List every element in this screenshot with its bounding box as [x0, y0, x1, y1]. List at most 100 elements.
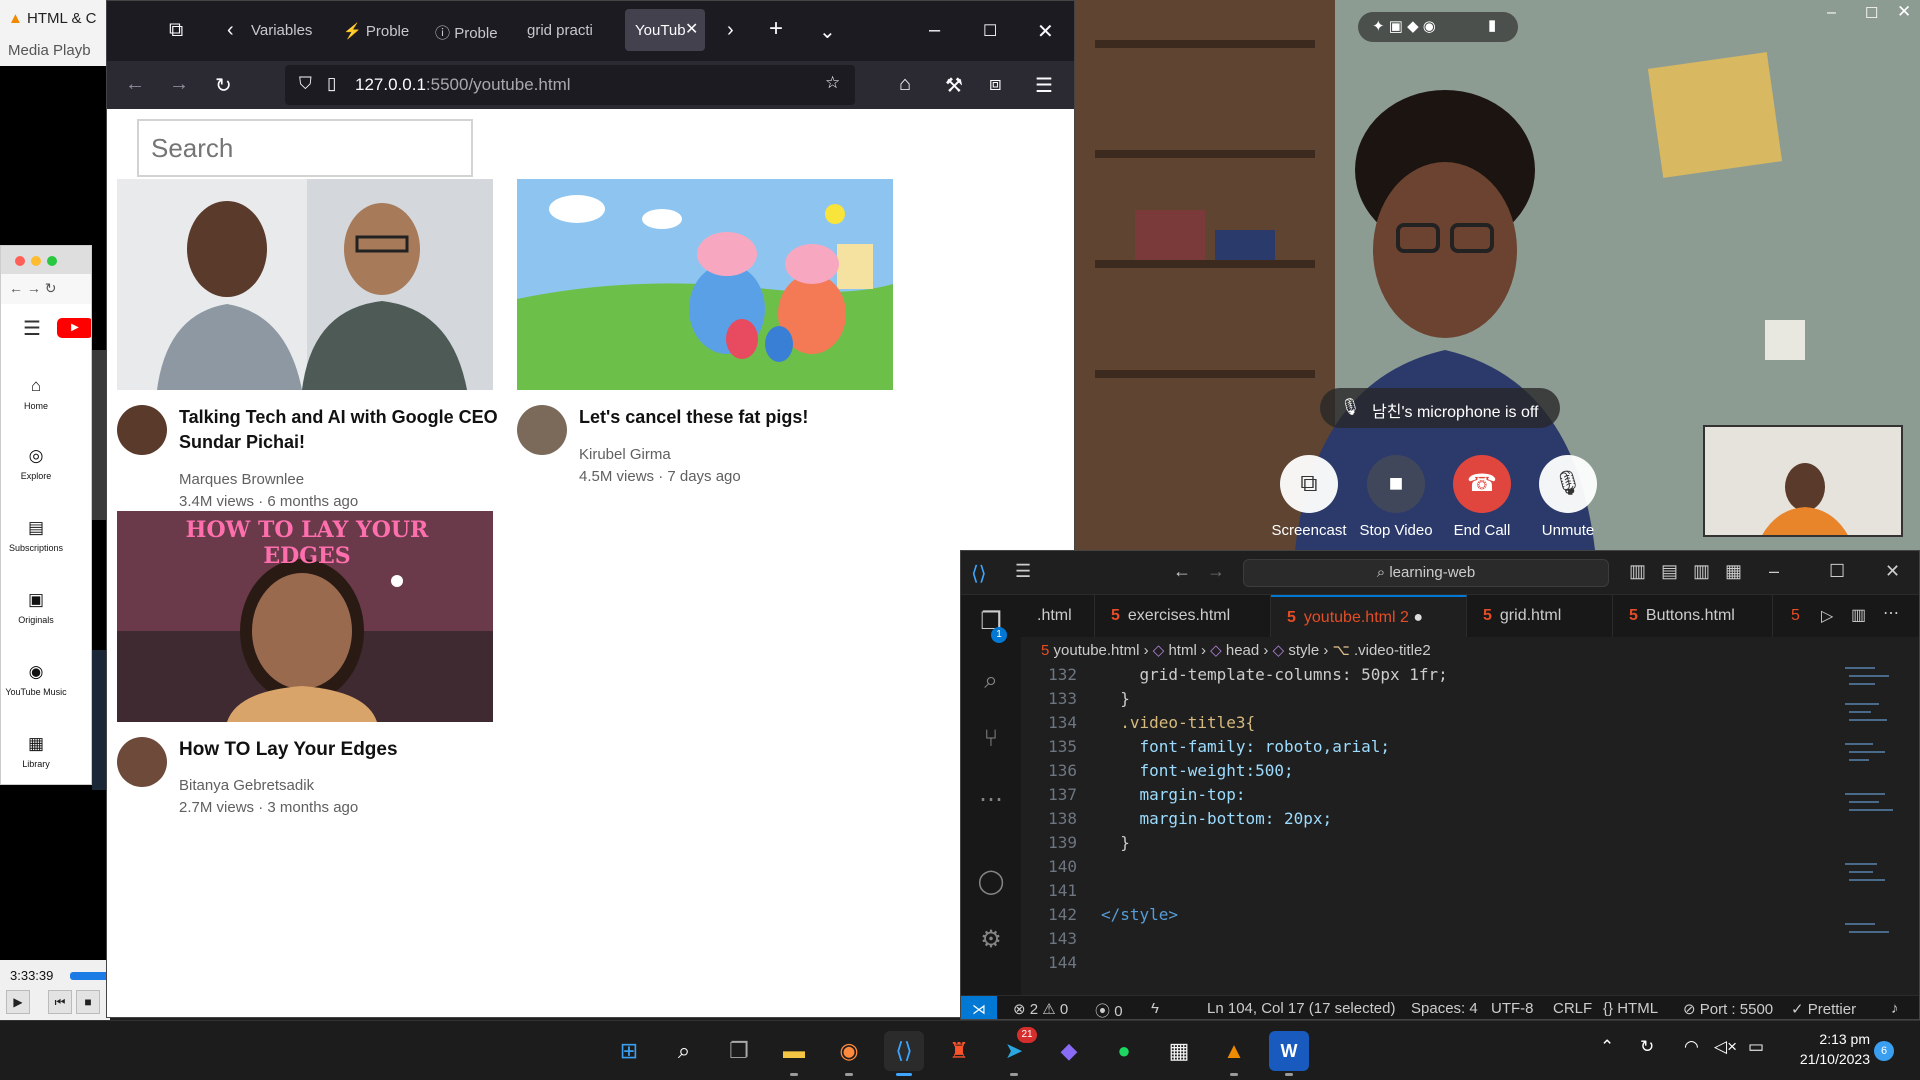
breadcrumb-item[interactable]: html: [1168, 642, 1196, 659]
menu-icon[interactable]: ☰: [1035, 73, 1053, 98]
youtube-logo[interactable]: ▶: [57, 318, 91, 338]
code-line[interactable]: font-family: roboto,arial;: [1101, 737, 1390, 756]
video-title[interactable]: Let's cancel these fat pigs!: [579, 405, 899, 430]
stop-icon[interactable]: ■: [76, 990, 100, 1014]
back-icon[interactable]: ←: [1173, 561, 1191, 582]
close-dot-icon[interactable]: [15, 256, 25, 266]
stop-video-button[interactable]: ■: [1367, 455, 1425, 513]
effects-icon[interactable]: ✦ ▣ ◆ ◉: [1372, 17, 1436, 35]
speaker-muted-icon[interactable]: ◁×: [1714, 1037, 1737, 1057]
more-actions-icon[interactable]: ⋯: [1883, 603, 1899, 623]
menu-icon[interactable]: ☰: [1015, 561, 1031, 582]
shield-icon[interactable]: ⛉: [299, 74, 312, 94]
tab-problems-2[interactable]: ⓘ Proble: [425, 9, 515, 51]
cursor-position[interactable]: Ln 104, Col 17 (17 selected): [1207, 1000, 1395, 1017]
maximize-icon[interactable]: ☐: [1829, 561, 1845, 582]
scroll-tabs-left-icon[interactable]: ‹: [227, 19, 234, 42]
end-call-button[interactable]: ☎: [1453, 455, 1511, 513]
mini-nav-library[interactable]: ▦ Library: [1, 734, 71, 769]
tab-grid-practice[interactable]: grid practi: [517, 9, 609, 51]
prettier-status[interactable]: ✓ Prettier: [1791, 1000, 1856, 1018]
tab-youtube[interactable]: 5 youtube.html 2 ●: [1271, 595, 1467, 637]
tab-list-icon[interactable]: ⧉: [169, 19, 183, 42]
code-line[interactable]: }: [1101, 833, 1130, 852]
run-icon[interactable]: ▷: [1821, 606, 1833, 626]
vlc-seek-bar[interactable]: [70, 972, 110, 980]
firefox-icon[interactable]: ◉: [829, 1031, 869, 1071]
minimize-dot-icon[interactable]: [31, 256, 41, 266]
wrench-icon[interactable]: ⚒: [945, 73, 963, 98]
forward-icon[interactable]: →: [169, 73, 189, 96]
breadcrumb-item[interactable]: style: [1288, 642, 1319, 659]
toggle-sidebar-icon[interactable]: ▥: [1629, 561, 1646, 582]
extensions-icon[interactable]: ⧈: [989, 73, 1002, 96]
video-thumbnail[interactable]: [117, 179, 493, 390]
more-icon[interactable]: ⋯: [975, 785, 1007, 817]
vscode-icon[interactable]: ⟨⟩: [884, 1031, 924, 1071]
ports-indicator[interactable]: ⦿ 0: [1095, 1000, 1123, 1019]
code-line[interactable]: .video-title3{: [1101, 713, 1255, 732]
show-hidden-icons-icon[interactable]: ⌃: [1600, 1037, 1614, 1057]
video-author[interactable]: Kirubel Girma: [579, 446, 671, 463]
tab-exercises[interactable]: 5 exercises.html: [1095, 595, 1271, 637]
video-thumbnail[interactable]: [517, 179, 893, 390]
indentation[interactable]: Spaces: 4: [1411, 1000, 1478, 1017]
tab-grid[interactable]: 5 grid.html: [1467, 595, 1613, 637]
breadcrumb-item[interactable]: head: [1226, 642, 1259, 659]
previous-icon[interactable]: ⏮: [48, 990, 72, 1014]
avatar[interactable]: [517, 405, 567, 455]
obsidian-icon[interactable]: ◆: [1049, 1031, 1089, 1071]
mini-nav-originals[interactable]: ▣ Originals: [1, 590, 71, 625]
code-line[interactable]: margin-top:: [1101, 785, 1246, 804]
tab-variables[interactable]: Variables: [241, 9, 331, 51]
list-all-tabs-icon[interactable]: ⌄: [819, 19, 836, 44]
vlc-icon[interactable]: ▲: [1214, 1031, 1254, 1071]
close-window-icon[interactable]: ✕: [1885, 561, 1900, 582]
search-input[interactable]: [137, 119, 473, 177]
close-window-icon[interactable]: ✕: [1897, 2, 1911, 22]
code-editor[interactable]: 132 grid-template-columns: 50px 1fr; 133…: [1021, 663, 1919, 995]
mini-nav-subscriptions[interactable]: ▤ Subscriptions: [1, 518, 71, 553]
accounts-icon[interactable]: ◯: [975, 867, 1007, 899]
wifi-icon[interactable]: ◠: [1684, 1037, 1699, 1057]
reload-icon[interactable]: ↻: [215, 73, 232, 98]
toggle-panel-icon[interactable]: ▤: [1661, 561, 1678, 582]
settings-gear-icon[interactable]: ⚙: [975, 925, 1007, 957]
code-line[interactable]: grid-template-columns: 50px 1fr;: [1101, 665, 1448, 684]
html5-preview-icon[interactable]: 5: [1791, 607, 1800, 625]
minimize-icon[interactable]: –: [1827, 4, 1836, 22]
unsaved-dot-icon[interactable]: ●: [1413, 609, 1423, 626]
tab-html[interactable]: .html: [1021, 595, 1095, 637]
minimize-icon[interactable]: –: [1769, 561, 1779, 582]
breadcrumb-item[interactable]: youtube.html: [1054, 642, 1140, 659]
maximize-dot-icon[interactable]: [47, 256, 57, 266]
customize-layout-icon[interactable]: ▦: [1725, 561, 1742, 582]
url-bar[interactable]: ⛉ ▯ 127.0.0.1:5500/youtube.html ☆: [285, 65, 855, 105]
spotify-icon[interactable]: ●: [1104, 1031, 1144, 1071]
search-icon[interactable]: ⌕: [664, 1031, 704, 1071]
minimap[interactable]: [1841, 663, 1901, 995]
video-thumbnail[interactable]: HOW TO LAY YOUR EDGES: [117, 511, 493, 722]
mini-nav-arrows[interactable]: ← → ↻: [1, 274, 91, 304]
live-server-port[interactable]: ⊘ Port : 5500: [1683, 1000, 1773, 1018]
scroll-tabs-right-icon[interactable]: ›: [727, 19, 734, 42]
video-title[interactable]: How TO Lay Your Edges: [179, 737, 499, 762]
bookmark-star-icon[interactable]: ☆: [825, 73, 840, 93]
avatar[interactable]: [117, 737, 167, 787]
unmute-button[interactable]: 🎙: [1539, 455, 1597, 513]
tab-problems-1[interactable]: ⚡ Proble: [333, 9, 423, 51]
forward-icon[interactable]: →: [1207, 561, 1225, 582]
video-title[interactable]: Talking Tech and AI with Google CEO Sund…: [179, 405, 499, 455]
code-line[interactable]: </style>: [1101, 905, 1178, 924]
word-icon[interactable]: W: [1269, 1031, 1309, 1071]
clock[interactable]: 2:13 pm 21/10/2023: [1770, 1029, 1870, 1069]
screencast-button[interactable]: ⧉: [1280, 455, 1338, 513]
notifications-bell-icon[interactable]: ♪: [1891, 1000, 1899, 1017]
maximize-icon[interactable]: ☐: [983, 21, 997, 41]
tab-buttons[interactable]: 5 Buttons.html: [1613, 595, 1773, 637]
brave-icon[interactable]: ♜: [939, 1031, 979, 1071]
command-center[interactable]: ⌕ learning-web: [1243, 559, 1609, 587]
close-window-icon[interactable]: ✕: [1037, 19, 1054, 44]
vlc-title[interactable]: ▲ HTML & C: [0, 0, 110, 38]
source-control-icon[interactable]: ⑂: [975, 725, 1007, 757]
